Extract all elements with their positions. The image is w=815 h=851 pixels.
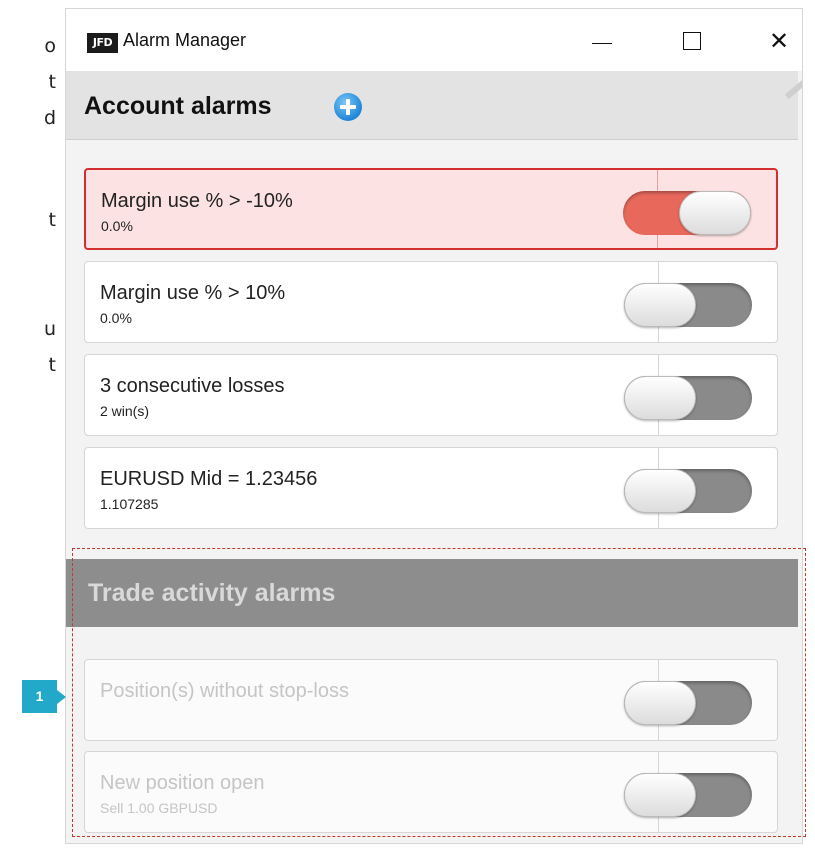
alarm-label: New position open [100,772,265,794]
alarm-row-new-position[interactable]: New position open Sell 1.00 GBPUSD [84,751,778,833]
alarm-row-margin-neg10[interactable]: Margin use % > -10% 0.0% [84,168,778,250]
bg-text-line: t [48,209,56,231]
add-alarm-icon[interactable] [334,93,362,121]
alarm-value: Sell 1.00 GBPUSD [100,800,218,816]
title-bar[interactable]: JFD Alarm Manager ✕ [66,9,802,71]
alarm-toggle-off[interactable] [624,681,752,725]
toggle-knob [679,191,751,235]
minimize-icon [592,42,612,44]
bg-text-line: t [48,354,56,376]
alarm-row-eurusd[interactable]: EURUSD Mid = 1.23456 1.107285 [84,447,778,529]
alarm-label: Margin use % > 10% [100,282,286,304]
alarm-manager-window: JFD Alarm Manager ✕ Account alarms Margi… [65,8,803,844]
toggle-knob [624,376,696,420]
toggle-knob [624,283,696,327]
alarm-label: 3 consecutive losses [100,375,285,397]
alarm-row-no-stop-loss[interactable]: Position(s) without stop-loss [84,659,778,741]
toggle-knob [624,681,696,725]
maximize-button[interactable] [669,23,715,59]
bg-text-line: d [43,107,56,129]
bg-text-line: u [43,318,56,340]
alarm-toggle-off[interactable] [624,283,752,327]
maximize-icon [683,32,701,50]
window-title: Alarm Manager [123,30,247,50]
alarm-toggle-off[interactable] [624,376,752,420]
app-logo: JFD [87,33,118,53]
alarm-value: 0.0% [101,218,133,234]
alarm-value: 2 win(s) [100,403,150,419]
minimize-button[interactable] [579,23,625,59]
bg-text-line: t [48,71,56,93]
alarm-toggle-on[interactable] [623,191,751,235]
alarm-label: Margin use % > -10% [101,190,293,212]
alarm-label: Position(s) without stop-loss [100,680,349,702]
close-button[interactable]: ✕ [756,23,802,59]
alarm-toggle-off[interactable] [624,469,752,513]
toggle-knob [624,469,696,513]
alarm-value: 1.107285 [100,496,159,512]
account-alarms-title: Account alarms [84,92,272,120]
trade-activity-title: Trade activity alarms [88,579,336,607]
close-icon: ✕ [768,27,790,55]
alarm-row-margin-10[interactable]: Margin use % > 10% 0.0% [84,261,778,343]
alarm-label: EURUSD Mid = 1.23456 [100,468,318,490]
account-alarms-header: Account alarms [66,71,798,140]
toggle-knob [624,773,696,817]
bg-text-line: o [44,35,56,57]
alarm-toggle-off[interactable] [624,773,752,817]
background-doc-text: o t d t u t [0,0,60,851]
trade-activity-header: Trade activity alarms [66,559,798,627]
callout-badge: 1 [22,680,66,713]
alarm-value: 0.0% [100,310,132,326]
alarm-row-consecutive-losses[interactable]: 3 consecutive losses 2 win(s) [84,354,778,436]
